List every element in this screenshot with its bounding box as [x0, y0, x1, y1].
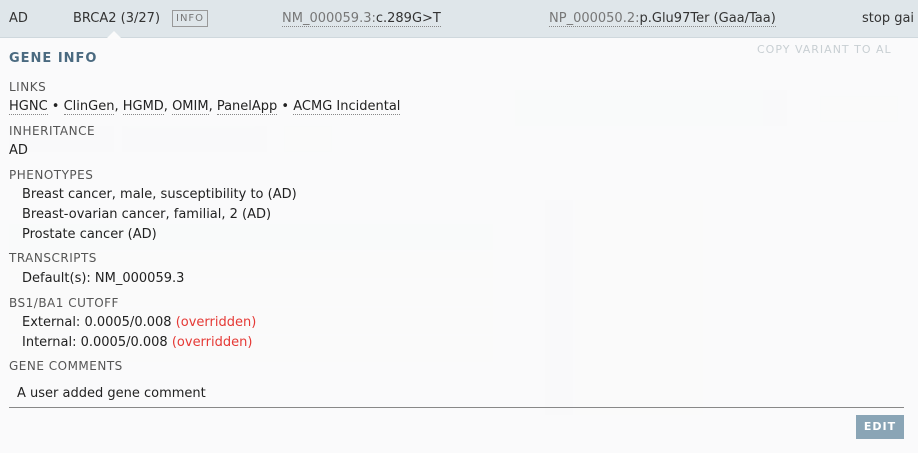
overridden-flag: (overridden) — [175, 315, 257, 330]
consequence: stop gai — [862, 11, 915, 26]
copy-variant-hint: COPY VARIANT TO AL — [757, 43, 892, 56]
link-separator: , — [208, 99, 217, 114]
phenotype-item: Breast-ovarian cancer, familial, 2 (AD) — [22, 207, 272, 222]
transcript-id: NM_000059.3: — [282, 11, 376, 26]
variant-header: AD BRCA2 (3/27) INFO NM_000059.3:c.289G>… — [0, 0, 918, 39]
link-clingen[interactable]: ClinGen — [63, 99, 115, 115]
external-cutoff-value: External: 0.0005/0.008 — [22, 315, 172, 330]
link-acmg-incidental[interactable]: ACMG Incidental — [293, 99, 401, 115]
cdna-change: c.289G>T — [375, 11, 441, 26]
link-omim[interactable]: OMIM — [172, 99, 209, 115]
inheritance-heading: INHERITANCE — [9, 124, 96, 138]
gene-symbol[interactable]: BRCA2 (3/27) — [73, 11, 160, 26]
link-separator: • — [277, 99, 294, 114]
link-separator: , — [163, 99, 173, 114]
gene-comments-heading: GENE COMMENTS — [9, 359, 123, 373]
gene-comment-field[interactable]: A user added gene comment — [9, 378, 904, 408]
internal-cutoff: Internal: 0.0005/0.008 (overridden) — [22, 335, 252, 350]
gene-info-popover: COPY VARIANT TO AL GENE INFO LINKS HGNC … — [0, 38, 918, 453]
links-row: HGNC • ClinGen, HGMD, OMIM, PanelApp • A… — [9, 99, 401, 115]
external-cutoff: External: 0.0005/0.008 (overridden) — [22, 315, 256, 330]
transcripts-heading: TRANSCRIPTS — [9, 251, 97, 265]
popover-title: GENE INFO — [9, 51, 98, 66]
hgvsc[interactable]: NM_000059.3:c.289G>T — [282, 11, 441, 27]
link-panelapp[interactable]: PanelApp — [216, 99, 278, 115]
phenotype-item: Prostate cancer (AD) — [22, 227, 157, 242]
phenotypes-heading: PHENOTYPES — [9, 168, 94, 182]
links-heading: LINKS — [9, 80, 47, 94]
phenotype-item: Breast cancer, male, susceptibility to (… — [22, 187, 297, 202]
inheritance-value: AD — [9, 143, 28, 158]
link-hgnc[interactable]: HGNC — [9, 99, 48, 115]
edit-button[interactable]: EDIT — [856, 415, 904, 439]
protein-change: p.Glu97Ter (Gaa/Taa) — [639, 11, 776, 26]
gene-comment-text: A user added gene comment — [17, 386, 206, 401]
gene-info-toggle[interactable]: INFO — [172, 10, 209, 27]
cutoff-heading: BS1/BA1 CUTOFF — [9, 296, 119, 310]
link-separator: , — [114, 99, 123, 114]
transcripts-value: Default(s): NM_000059.3 — [22, 271, 185, 286]
link-hgmd[interactable]: HGMD — [122, 99, 164, 115]
link-separator: • — [47, 99, 64, 114]
protein-id: NP_000050.2: — [549, 11, 640, 26]
hgvsp[interactable]: NP_000050.2:p.Glu97Ter (Gaa/Taa) — [549, 11, 776, 27]
overridden-flag: (overridden) — [171, 335, 253, 350]
internal-cutoff-value: Internal: 0.0005/0.008 — [22, 335, 168, 350]
inheritance-mode: AD — [9, 11, 28, 26]
